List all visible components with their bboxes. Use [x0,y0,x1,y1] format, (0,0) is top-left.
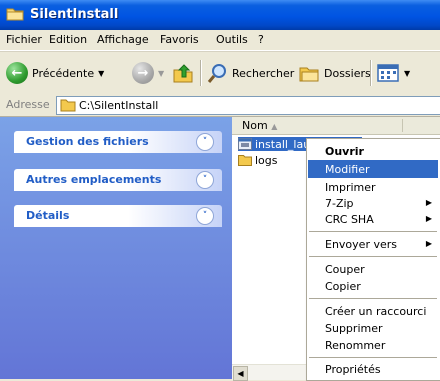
menu-outils[interactable]: Outils [216,33,248,46]
menu-affichage[interactable]: Affichage [97,33,149,46]
column-name-label: Nom ▲ [242,119,278,132]
menu-item-copier[interactable]: Copier [308,277,438,295]
back-dropdown-icon[interactable]: ▼ [98,69,104,78]
views-dropdown-icon[interactable]: ▼ [404,69,410,78]
menu-item-proprietes[interactable]: Propriétés [308,360,438,378]
back-button[interactable]: ← Précédente ▼ [6,60,104,86]
title-bar: SilentInstall [0,0,440,30]
menu-separator [309,298,437,299]
menu-item-ouvrir[interactable]: Ouvrir [308,142,438,160]
menu-separator [309,256,437,257]
submenu-arrow-icon: ▶ [425,239,432,248]
folder-icon [238,155,252,166]
folders-icon [299,67,319,82]
submenu-arrow-icon: ▶ [425,198,432,207]
context-menu: Ouvrir Modifier Imprimer 7-Zip ▶ CRC SHA ▶… [306,138,440,381]
batch-file-icon [238,138,252,150]
menu-separator [309,357,437,358]
panel-title: Détails [26,209,70,222]
address-input[interactable]: C:\SilentInstall [56,96,440,115]
panel-title: Autres emplacements [26,173,162,186]
column-header[interactable]: Nom ▲ [232,117,440,135]
menu-separator [309,231,437,232]
views-button[interactable]: ▼ [376,60,410,86]
back-label: Précédente [32,66,95,80]
task-pane: Gestion des fichiers ˅ Autres emplacemen… [0,117,232,379]
chevron-down-icon[interactable]: ˅ [196,207,214,225]
sort-ascending-icon: ▲ [271,122,278,131]
search-icon [207,64,226,83]
menu-fichier[interactable]: Fichier [6,33,42,46]
file-item-logs[interactable]: logs [238,153,278,167]
forward-button[interactable]: → ▼ [132,60,164,86]
folders-button[interactable]: Dossiers [298,60,371,86]
panel-details[interactable]: Détails ˅ [14,205,222,227]
menu-item-creer-raccourci[interactable]: Créer un raccourci [308,302,438,320]
menu-favoris[interactable]: Favoris [160,33,199,46]
file-name: logs [255,153,278,167]
column-divider[interactable] [402,119,403,132]
menu-item-modifier[interactable]: Modifier [308,160,438,178]
toolbar: ← Précédente ▼ → ▼ Rechercher Dossiers ▼ [0,51,440,95]
search-button[interactable]: Rechercher [206,60,294,86]
menu-item-crc-sha[interactable]: CRC SHA ▶ [308,210,438,228]
address-label: Adresse [6,98,50,111]
chevron-down-icon[interactable]: ˅ [196,133,214,151]
menu-help[interactable]: ? [258,33,264,46]
forward-arrow-icon: → [132,62,154,84]
up-folder-button[interactable] [172,60,194,86]
folders-label: Dossiers [324,66,371,80]
menu-item-envoyer-vers[interactable]: Envoyer vers ▶ [308,235,438,253]
folder-icon [60,99,76,112]
panel-gestion-fichiers[interactable]: Gestion des fichiers ˅ [14,131,222,153]
panel-autres-emplacements[interactable]: Autres emplacements ˅ [14,169,222,191]
panel-title: Gestion des fichiers [26,135,149,148]
menu-bar: Fichier Edition Affichage Favoris Outils… [0,30,440,51]
menu-edition[interactable]: Edition [49,33,87,46]
address-bar: Adresse C:\SilentInstall [0,94,440,117]
views-icon [377,64,399,82]
folder-icon [6,8,24,21]
menu-item-couper[interactable]: Couper [308,260,438,278]
address-value: C:\SilentInstall [79,99,159,112]
submenu-arrow-icon: ▶ [425,214,432,223]
forward-dropdown-icon[interactable]: ▼ [158,69,164,78]
window-title: SilentInstall [30,7,119,22]
search-label: Rechercher [232,66,295,80]
back-arrow-icon: ← [6,62,28,84]
menu-item-renommer[interactable]: Renommer [308,336,438,354]
chevron-down-icon[interactable]: ˅ [196,171,214,189]
menu-item-supprimer[interactable]: Supprimer [308,319,438,337]
up-folder-icon [173,64,193,83]
